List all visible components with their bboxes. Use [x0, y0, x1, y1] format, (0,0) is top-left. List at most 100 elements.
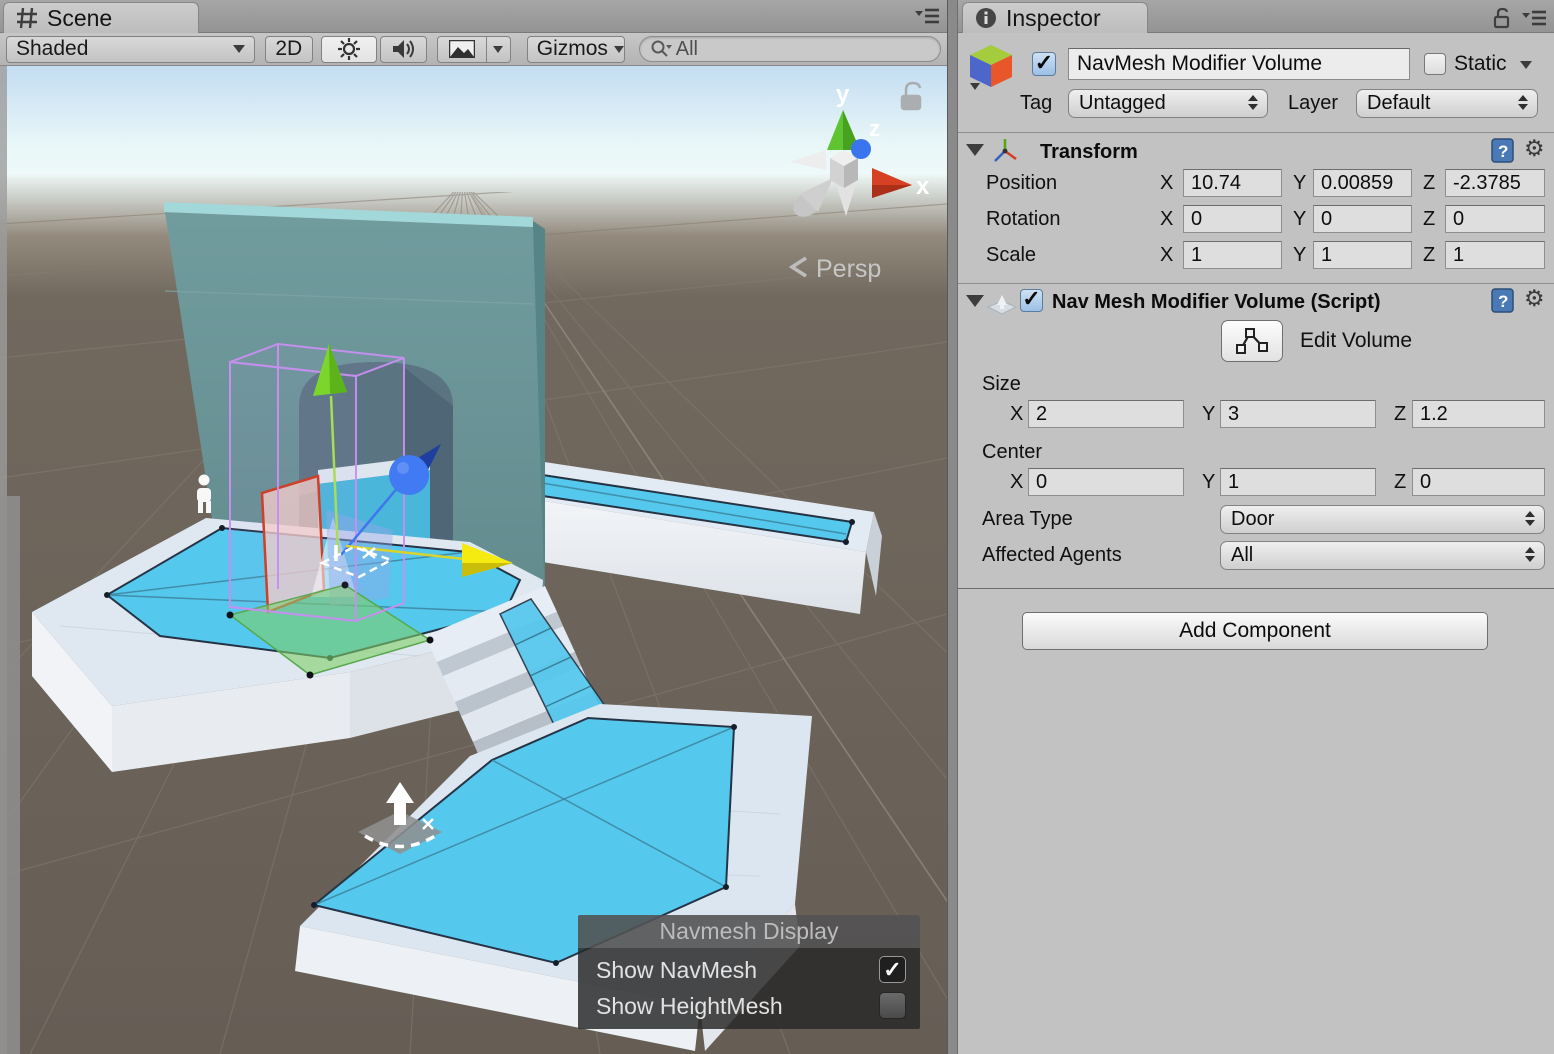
scene-search-value: All	[676, 38, 698, 61]
help-icon[interactable]: ?	[1490, 137, 1516, 164]
gear-icon[interactable]: ⚙	[1524, 287, 1545, 309]
chevron-down-icon	[614, 46, 624, 53]
axis-x-label: x	[916, 173, 930, 200]
center-y-field[interactable]: 1	[1220, 468, 1376, 496]
edit-volume-button[interactable]	[1221, 320, 1283, 362]
orientation-z-ball	[851, 139, 871, 159]
svg-text:?: ?	[1498, 142, 1508, 161]
scale-z-field[interactable]: 1	[1445, 241, 1545, 269]
modifier-enabled-checkbox[interactable]: ✓	[1020, 289, 1043, 312]
gear-icon[interactable]: ⚙	[1524, 137, 1545, 159]
tag-value: Untagged	[1079, 92, 1166, 114]
rotation-y-field[interactable]: 0	[1313, 205, 1412, 233]
scale-x-field[interactable]: 1	[1183, 241, 1282, 269]
show-heightmesh-label: Show HeightMesh	[596, 993, 783, 1019]
chevron-down-icon	[233, 45, 245, 53]
tab-scene-label: Scene	[47, 5, 112, 32]
scale-label: Scale	[986, 241, 1036, 269]
grid-icon	[16, 7, 38, 29]
gameobject-name-field[interactable]: NavMesh Modifier Volume	[1068, 48, 1410, 80]
gameobject-cube-icon[interactable]	[966, 41, 1016, 93]
modifier-title[interactable]: Nav Mesh Modifier Volume (Script)	[1052, 291, 1381, 314]
axis-z-label: z	[869, 116, 880, 141]
scene-toolbar: Shaded 2D	[0, 33, 947, 66]
lock-icon[interactable]	[1492, 7, 1512, 29]
center-label: Center	[982, 438, 1042, 466]
tab-scene[interactable]: Scene	[3, 2, 199, 33]
inspector-body: ✓ NavMesh Modifier Volume ✓ Static Tag U…	[958, 33, 1554, 1054]
edit-volume-icon	[1234, 327, 1270, 355]
updown-arrows-icon	[1248, 95, 1258, 110]
transform-title[interactable]: Transform	[1040, 141, 1138, 164]
size-x-field[interactable]: 2	[1028, 400, 1184, 428]
static-label: Static	[1454, 50, 1507, 78]
position-x-field[interactable]: 10.74	[1183, 169, 1282, 197]
scene-lighting-button[interactable]	[321, 36, 378, 63]
rotation-z-field[interactable]: 0	[1445, 205, 1545, 233]
center-row: X 0 Y 1 Z 0	[958, 468, 1554, 498]
rotation-x-field[interactable]: 0	[1183, 205, 1282, 233]
navmesh-modifier-icon	[986, 285, 1018, 317]
shading-mode-label: Shaded	[16, 37, 88, 61]
scene-search-input[interactable]: All	[639, 36, 941, 62]
gizmos-dropdown[interactable]: Gizmos	[527, 36, 625, 63]
transform-foldout[interactable]	[966, 144, 984, 156]
navmesh-display-overlay: Navmesh Display Show NavMesh ✓ Show Heig…	[578, 915, 920, 1029]
show-heightmesh-checkbox[interactable]: ✓	[879, 992, 906, 1019]
layer-label: Layer	[1288, 89, 1338, 117]
pane-divider[interactable]	[947, 0, 958, 1054]
toggle-2d-label: 2D	[275, 37, 302, 61]
image-icon	[449, 40, 475, 58]
updown-arrows-icon	[1525, 511, 1535, 526]
navmesh-display-title[interactable]: Navmesh Display	[578, 915, 920, 948]
gameobject-enabled-checkbox[interactable]: ✓	[1032, 52, 1056, 76]
persp-label[interactable]: Persp	[816, 255, 881, 283]
rotation-label: Rotation	[986, 205, 1061, 233]
updown-arrows-icon	[1518, 95, 1528, 110]
scale-y-field[interactable]: 1	[1313, 241, 1412, 269]
size-y-field[interactable]: 3	[1220, 400, 1376, 428]
offscreen-object-sliver	[0, 496, 20, 1054]
scene-effects-button[interactable]	[437, 36, 487, 63]
show-navmesh-row: Show NavMesh ✓	[596, 955, 906, 985]
center-z-field[interactable]: 0	[1412, 468, 1545, 496]
scene-viewport[interactable]: y z x Persp	[0, 66, 947, 1054]
tag-dropdown[interactable]: Untagged	[1068, 89, 1268, 118]
static-dropdown-arrow[interactable]	[1520, 61, 1532, 69]
inspector-tabstrip: Inspector	[958, 0, 1554, 33]
affected-agents-label: Affected Agents	[982, 541, 1122, 569]
chevron-down-icon	[493, 46, 503, 53]
shading-mode-dropdown[interactable]: Shaded	[6, 36, 255, 63]
effects-dropdown-arrow[interactable]	[487, 36, 511, 63]
static-checkbox[interactable]: ✓	[1424, 53, 1446, 75]
position-y-field[interactable]: 0.00859	[1313, 169, 1412, 197]
layer-value: Default	[1367, 92, 1430, 114]
area-type-dropdown[interactable]: Door	[1220, 505, 1545, 534]
panel-menu-icon[interactable]	[1522, 9, 1546, 27]
scene-tabstrip: Scene	[0, 0, 947, 33]
panel-menu-icon[interactable]	[915, 7, 939, 25]
center-x-field[interactable]: 0	[1028, 468, 1184, 496]
gizmos-label: Gizmos	[537, 37, 608, 61]
search-icon	[650, 39, 672, 59]
show-navmesh-checkbox[interactable]: ✓	[879, 956, 906, 983]
axis-y-label: y	[836, 81, 850, 108]
scene-audio-button[interactable]	[380, 36, 427, 63]
speaker-icon	[391, 38, 415, 60]
size-row: X 2 Y 3 Z 1.2	[958, 400, 1554, 430]
position-z-field[interactable]: -2.3785	[1445, 169, 1545, 197]
layer-dropdown[interactable]: Default	[1356, 89, 1538, 118]
tab-inspector[interactable]: Inspector	[962, 2, 1148, 33]
affected-agents-dropdown[interactable]: All	[1220, 541, 1545, 570]
size-label: Size	[982, 370, 1021, 398]
modifier-foldout[interactable]	[966, 295, 984, 307]
toggle-2d-button[interactable]: 2D	[265, 36, 313, 63]
size-z-field[interactable]: 1.2	[1412, 400, 1545, 428]
help-icon[interactable]: ?	[1490, 287, 1516, 314]
transform-scale-row: Scale X 1 Y 1 Z 1	[958, 241, 1554, 271]
area-type-label: Area Type	[982, 505, 1073, 533]
sun-icon	[337, 37, 361, 61]
show-navmesh-label: Show NavMesh	[596, 957, 757, 983]
transform-icon	[990, 137, 1020, 165]
add-component-button[interactable]: Add Component	[1022, 612, 1488, 650]
